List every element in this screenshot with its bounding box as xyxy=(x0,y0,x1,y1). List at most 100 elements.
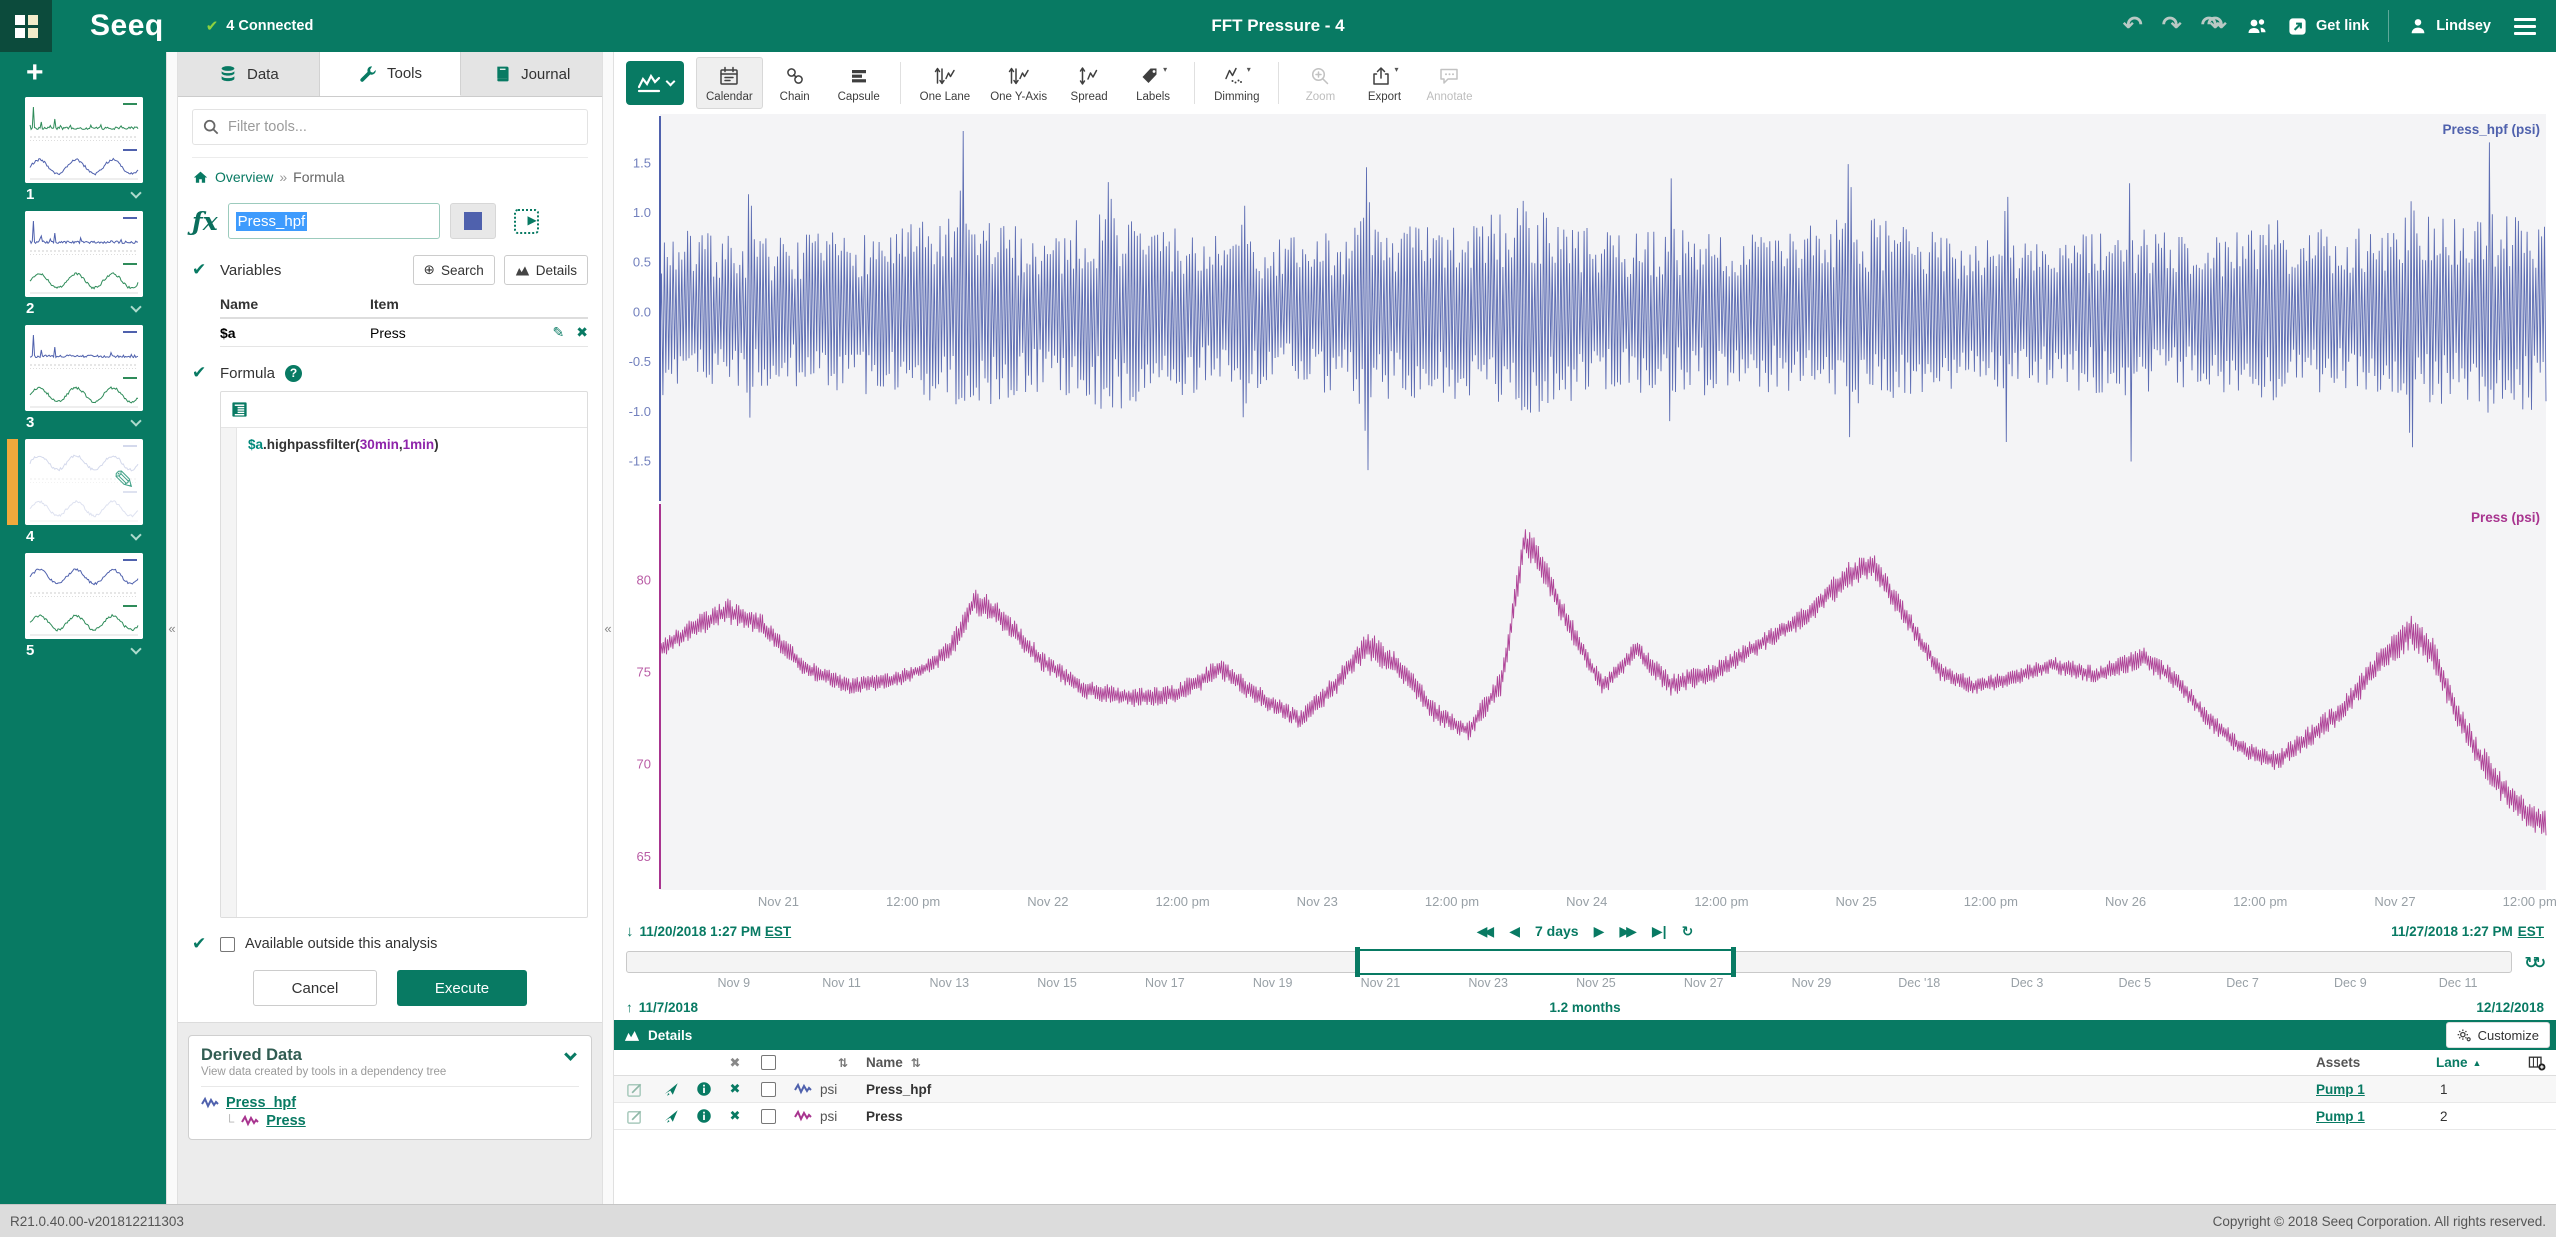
customize-button[interactable]: Customize xyxy=(2446,1022,2550,1048)
lane-press[interactable]: 80757065 Press (psi) xyxy=(614,502,2556,890)
tool-one-lane[interactable]: One Lane xyxy=(910,57,981,109)
view-mode-dropdown[interactable] xyxy=(626,61,684,105)
row-checkbox[interactable] xyxy=(761,1109,776,1124)
chevron-down-icon[interactable] xyxy=(130,187,141,198)
signal-name[interactable]: Press xyxy=(866,1109,2316,1124)
chevron-down-icon[interactable] xyxy=(130,529,141,540)
breadcrumb-overview-link[interactable]: Overview xyxy=(215,169,273,185)
edit-variable-icon[interactable]: ✎ xyxy=(553,324,565,341)
info-icon[interactable] xyxy=(688,1108,720,1124)
color-swatch-button[interactable] xyxy=(450,203,496,239)
step-to-end-button[interactable]: ▶| xyxy=(1652,923,1667,940)
scrubber-tick-label: Dec 9 xyxy=(2334,976,2367,990)
user-menu[interactable]: Lindsey xyxy=(2408,16,2491,36)
svg-text:-0.5: -0.5 xyxy=(629,354,651,369)
lane-press-hpf[interactable]: 1.51.00.50.0-0.5-1.0-1.5 Press_hpf (psi) xyxy=(614,114,2556,502)
select-all-checkbox[interactable] xyxy=(761,1055,776,1070)
timezone-link[interactable]: EST xyxy=(2518,924,2544,939)
undo-icon[interactable]: ↶ xyxy=(2123,14,2143,38)
lane-column-header[interactable]: Lane xyxy=(2436,1055,2468,1070)
users-icon[interactable] xyxy=(2246,16,2268,36)
collapse-worksheet-panel[interactable]: « xyxy=(166,52,178,1204)
tool-calendar[interactable]: Calendar xyxy=(696,57,763,109)
variables-search-button[interactable]: ⊕ Search xyxy=(413,255,495,285)
edit-properties-icon[interactable] xyxy=(614,1081,654,1098)
chevron-down-icon[interactable] xyxy=(130,415,141,426)
derived-link-press[interactable]: Press xyxy=(266,1113,306,1129)
add-worksheet-button[interactable]: + xyxy=(26,56,52,89)
signal-name[interactable]: Press_hpf xyxy=(866,1082,2316,1097)
send-to-tool-icon[interactable] xyxy=(654,1081,688,1097)
cancel-button[interactable]: Cancel xyxy=(253,970,377,1006)
formula-name-input[interactable]: Press_hpf xyxy=(228,203,440,239)
worksheet-thumbnail[interactable] xyxy=(25,97,143,183)
variables-details-button[interactable]: Details xyxy=(504,255,588,285)
duration-label[interactable]: 7 days xyxy=(1535,923,1579,939)
help-icon[interactable]: ? xyxy=(285,365,302,382)
variables-table: Name Item $a Press ✎ ✖ xyxy=(220,291,588,347)
asset-link[interactable]: Pump 1 xyxy=(2316,1082,2365,1097)
insert-item-icon[interactable]: ▶ xyxy=(514,209,539,234)
name-column-header[interactable]: Name xyxy=(866,1055,903,1070)
remove-signal-icon[interactable]: ✖ xyxy=(720,1108,750,1124)
sort-icon[interactable]: ⇅ xyxy=(911,1056,921,1070)
tab-journal[interactable]: Journal xyxy=(461,52,602,96)
scrubber-tick-label: Nov 19 xyxy=(1253,976,1293,990)
annotate-icon xyxy=(1438,65,1460,92)
scrubber-track[interactable] xyxy=(626,951,2512,973)
app-switcher-button[interactable] xyxy=(0,0,52,52)
execute-button[interactable]: Execute xyxy=(397,970,527,1006)
filter-tools-input[interactable]: Filter tools... xyxy=(192,109,588,145)
auto-update-icon[interactable]: ↻↻ xyxy=(2524,953,2546,973)
worksheet-thumbnail[interactable]: ✎ xyxy=(25,439,143,525)
axis-label-press-hpf[interactable]: Press_hpf (psi) xyxy=(2442,122,2540,137)
tool-capsule[interactable]: Capsule xyxy=(827,57,891,109)
refresh-icon[interactable]: ↻ xyxy=(1682,923,1694,940)
scrubber-selection-window[interactable] xyxy=(1357,949,1734,975)
available-outside-checkbox[interactable] xyxy=(220,937,235,952)
sort-icon[interactable]: ⇅ xyxy=(820,1056,866,1070)
tool-spread[interactable]: Spread xyxy=(1057,57,1121,109)
add-column-icon[interactable] xyxy=(2528,1055,2546,1071)
tool-dimming[interactable]: ▾Dimming xyxy=(1204,57,1269,109)
investigate-range-duration[interactable]: 1.2 months xyxy=(1549,1000,1620,1015)
zoom-icon xyxy=(1309,65,1331,92)
derived-link-press-hpf[interactable]: Press_hpf xyxy=(226,1095,296,1111)
tool-labels[interactable]: ▾Labels xyxy=(1121,57,1185,109)
home-icon[interactable] xyxy=(192,169,209,185)
timezone-link[interactable]: EST xyxy=(765,924,791,939)
toolbar-divider xyxy=(900,62,901,104)
step-back-full-button[interactable]: ◀◀ xyxy=(1477,923,1495,940)
collapse-tools-panel[interactable]: « xyxy=(602,52,614,1204)
send-to-tool-icon[interactable] xyxy=(654,1108,688,1124)
formula-code-area[interactable]: $a.highpassfilter(30min,1min) xyxy=(221,428,587,917)
axis-label-press[interactable]: Press (psi) xyxy=(2471,510,2540,525)
get-link-button[interactable]: Get link xyxy=(2287,16,2369,37)
tool-one-y-axis[interactable]: One Y-Axis xyxy=(980,57,1057,109)
chevron-down-icon[interactable] xyxy=(130,643,141,654)
step-forward-full-button[interactable]: ▶▶ xyxy=(1619,923,1637,940)
document-outline-icon[interactable] xyxy=(230,400,249,419)
redo-all-icon[interactable]: ↷↷ xyxy=(2201,14,2227,38)
seeq-logo[interactable]: Seeq xyxy=(90,9,164,43)
worksheet-thumbnail[interactable] xyxy=(25,325,143,411)
redo-icon[interactable]: ↷ xyxy=(2162,14,2182,38)
info-icon[interactable] xyxy=(688,1081,720,1097)
tool-chain[interactable]: Chain xyxy=(763,57,827,109)
step-forward-half-button[interactable]: ▶ xyxy=(1594,923,1605,940)
remove-variable-icon[interactable]: ✖ xyxy=(576,324,588,341)
asset-link[interactable]: Pump 1 xyxy=(2316,1109,2365,1124)
edit-properties-icon[interactable] xyxy=(614,1108,654,1125)
worksheet-thumbnail[interactable] xyxy=(25,553,143,639)
menu-icon[interactable] xyxy=(2510,14,2540,39)
tab-data[interactable]: Data xyxy=(178,52,320,96)
tool-export[interactable]: ▾Export xyxy=(1352,57,1416,109)
remove-signal-icon[interactable]: ✖ xyxy=(720,1081,750,1097)
assets-column-header[interactable]: Assets xyxy=(2316,1055,2436,1070)
step-back-half-button[interactable]: ◀ xyxy=(1509,923,1520,940)
chevron-down-icon[interactable] xyxy=(130,301,141,312)
remove-all-icon[interactable]: ✖ xyxy=(720,1055,750,1071)
tab-tools[interactable]: Tools xyxy=(320,52,462,96)
worksheet-thumbnail[interactable] xyxy=(25,211,143,297)
row-checkbox[interactable] xyxy=(761,1082,776,1097)
